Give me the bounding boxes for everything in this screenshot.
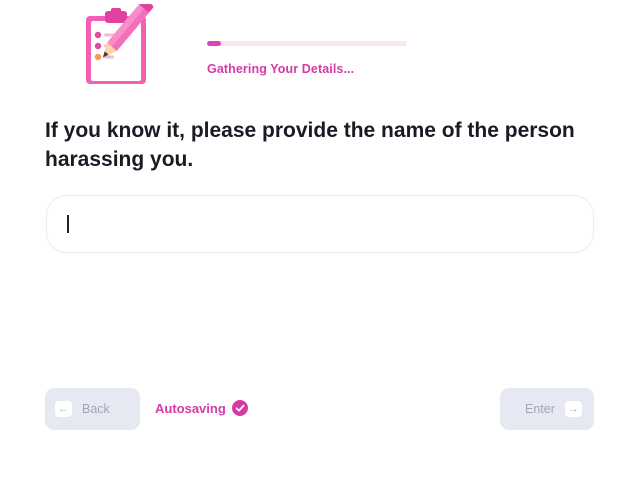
progress-label: Gathering Your Details... xyxy=(207,62,355,76)
clipboard-pencil-icon xyxy=(86,4,154,84)
check-circle-icon xyxy=(231,400,248,416)
progress-fill xyxy=(207,41,221,46)
arrow-right-icon: → xyxy=(564,401,582,417)
autosave-status: Autosaving xyxy=(155,400,248,416)
autosave-label: Autosaving xyxy=(155,400,226,416)
text-caret xyxy=(67,215,69,233)
progress-bar xyxy=(207,41,407,46)
back-button-label: Back xyxy=(82,402,110,416)
question-heading: If you know it, please provide the name … xyxy=(45,119,575,171)
person-name-input[interactable] xyxy=(46,195,594,253)
form-page: Gathering Your Details... If you know it… xyxy=(0,0,644,496)
enter-button[interactable]: Enter → xyxy=(500,388,594,430)
back-button[interactable]: ← Back xyxy=(45,388,140,430)
enter-button-label: Enter xyxy=(525,402,555,416)
arrow-left-icon: ← xyxy=(55,401,72,417)
